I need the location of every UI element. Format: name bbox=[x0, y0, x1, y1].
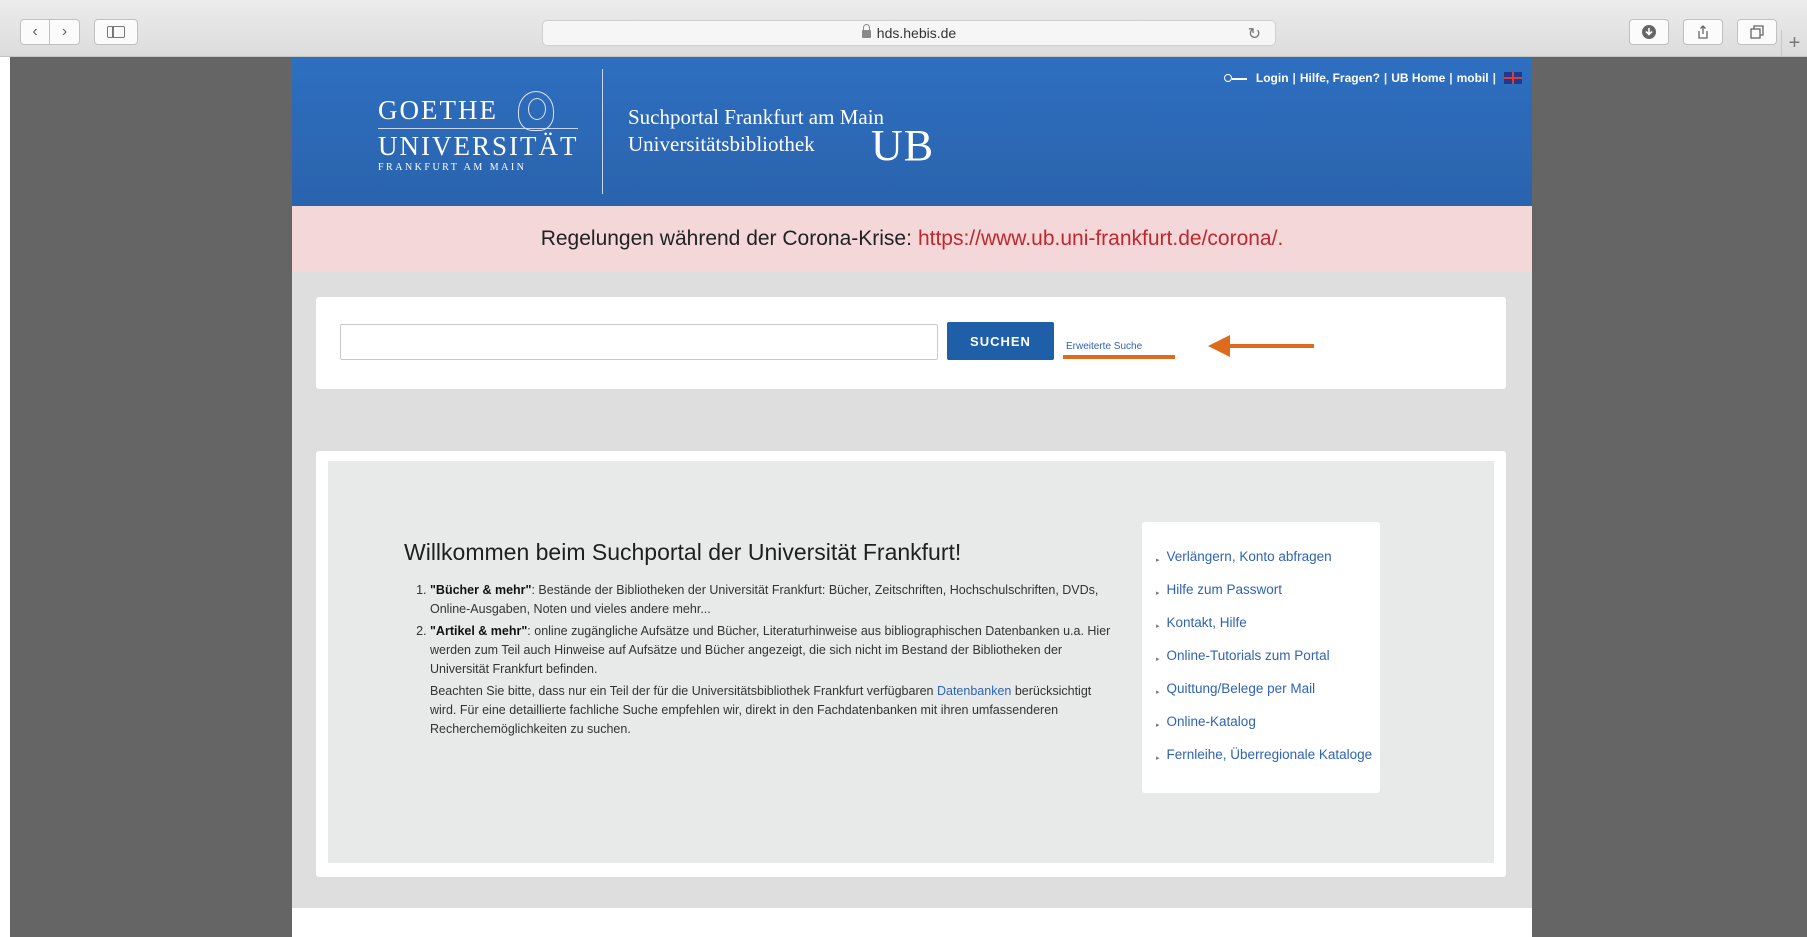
top-navigation: Login | Hilfe, Fragen? | UB Home | mobil… bbox=[1223, 71, 1522, 85]
chevron-left-icon: ‹ bbox=[32, 23, 38, 40]
plus-icon: + bbox=[1788, 32, 1801, 54]
corona-notice-text: Regelungen während der Corona-Krise: bbox=[540, 227, 912, 250]
browser-toolbar: ‹ › hds.hebis.de ↻ + bbox=[0, 0, 1807, 57]
portal-title-line1: Suchportal Frankfurt am Main bbox=[628, 105, 885, 129]
goethe-university-logo[interactable]: GOETHE UNIVERSITÄT FRANKFURT AM MAIN bbox=[378, 91, 579, 173]
databases-link[interactable]: Datenbanken bbox=[937, 684, 1011, 698]
sidebar-toggle-button[interactable] bbox=[94, 19, 138, 45]
search-panel: SUCHEN Erweiterte Suche bbox=[316, 297, 1506, 389]
bullet-icon: ▸ bbox=[1156, 557, 1160, 564]
login-link[interactable]: Login bbox=[1256, 71, 1289, 85]
download-icon bbox=[1642, 25, 1656, 39]
forward-button[interactable]: › bbox=[50, 19, 80, 45]
share-icon bbox=[1698, 25, 1708, 39]
goethe-portrait-icon bbox=[518, 91, 554, 131]
site-container: GOETHE UNIVERSITÄT FRANKFURT AM MAIN Suc… bbox=[292, 57, 1532, 937]
downloads-button[interactable] bbox=[1629, 19, 1669, 45]
bullet-icon: ▸ bbox=[1156, 755, 1160, 762]
reload-icon[interactable]: ↻ bbox=[1248, 24, 1261, 44]
chevron-right-icon: › bbox=[61, 23, 68, 40]
quick-link-contact[interactable]: ▸ Kontakt, Hilfe bbox=[1156, 614, 1380, 635]
quick-link-receipts[interactable]: ▸ Quittung/Belege per Mail bbox=[1156, 680, 1380, 701]
list-item-text: : Bestände der Bibliotheken der Universi… bbox=[430, 583, 1099, 616]
logo-line-universitaet: UNIVERSITÄT bbox=[378, 128, 579, 162]
address-bar[interactable]: hds.hebis.de ↻ bbox=[542, 20, 1276, 46]
share-button[interactable] bbox=[1683, 19, 1723, 45]
search-input[interactable] bbox=[340, 324, 938, 360]
footer-strip bbox=[292, 908, 1532, 937]
quick-link-label: Hilfe zum Passwort bbox=[1166, 582, 1283, 597]
new-tab-button[interactable]: + bbox=[1781, 30, 1807, 57]
key-icon bbox=[1223, 74, 1248, 82]
list-item-title: "Artikel & mehr" bbox=[430, 624, 528, 638]
list-item: "Artikel & mehr": online zugängliche Auf… bbox=[430, 622, 1114, 679]
quick-link-label: Fernleihe, Überregionale Kataloge bbox=[1166, 747, 1373, 762]
quick-link-label: Quittung/Belege per Mail bbox=[1166, 681, 1316, 696]
corona-notice-link[interactable]: https://www.ub.uni-frankfurt.de/corona/. bbox=[918, 227, 1283, 251]
advanced-search-link[interactable]: Erweiterte Suche bbox=[1066, 341, 1142, 352]
nav-separator: | bbox=[1292, 71, 1296, 85]
quick-link-label: Kontakt, Hilfe bbox=[1166, 615, 1247, 630]
portal-title-line2: Universitätsbibliothek bbox=[628, 132, 815, 156]
bullet-icon: ▸ bbox=[1156, 590, 1160, 597]
uk-flag-icon[interactable] bbox=[1504, 72, 1522, 84]
annotation-arrow-icon bbox=[1208, 335, 1314, 357]
tabs-icon bbox=[1750, 25, 1764, 39]
quick-link-interlibrary[interactable]: ▸ Fernleihe, Überregionale Kataloge bbox=[1156, 746, 1380, 767]
back-button[interactable]: ‹ bbox=[20, 19, 50, 45]
mobil-link[interactable]: mobil bbox=[1457, 71, 1489, 85]
bullet-icon: ▸ bbox=[1156, 722, 1160, 729]
lock-icon bbox=[861, 24, 871, 38]
logo-line-frankfurt: FRANKFURT AM MAIN bbox=[378, 162, 527, 173]
toolbar-actions bbox=[1629, 19, 1777, 45]
quick-link-catalog[interactable]: ▸ Online-Katalog bbox=[1156, 713, 1380, 734]
quick-link-label: Online-Katalog bbox=[1166, 714, 1256, 729]
welcome-panel-inner: Willkommen beim Suchportal der Universit… bbox=[328, 461, 1494, 863]
bullet-icon: ▸ bbox=[1156, 623, 1160, 630]
list-item: "Bücher & mehr": Bestände der Bibliothek… bbox=[430, 581, 1114, 619]
annotation-underline bbox=[1063, 355, 1175, 359]
welcome-list: "Bücher & mehr": Bestände der Bibliothek… bbox=[414, 581, 1114, 679]
portal-title: Suchportal Frankfurt am Main Universität… bbox=[628, 104, 884, 158]
help-link[interactable]: Hilfe, Fragen? bbox=[1300, 71, 1380, 85]
list-item-title: "Bücher & mehr" bbox=[430, 583, 532, 597]
bullet-icon: ▸ bbox=[1156, 656, 1160, 663]
url-text: hds.hebis.de bbox=[876, 25, 957, 41]
note-text-before: Beachten Sie bitte, dass nur ein Teil de… bbox=[430, 684, 937, 698]
page-viewport: GOETHE UNIVERSITÄT FRANKFURT AM MAIN Suc… bbox=[10, 57, 1807, 937]
quick-links-box: ▸ Verlängern, Konto abfragen ▸ Hilfe zum P… bbox=[1142, 522, 1380, 793]
welcome-title: Willkommen beim Suchportal der Universit… bbox=[404, 539, 962, 565]
welcome-description: "Bücher & mehr": Bestände der Bibliothek… bbox=[414, 581, 1114, 739]
quick-link-label: Online-Tutorials zum Portal bbox=[1166, 648, 1330, 663]
nav-separator: | bbox=[1383, 71, 1388, 85]
ub-home-link[interactable]: UB Home bbox=[1391, 71, 1445, 85]
quick-link-renew[interactable]: ▸ Verlängern, Konto abfragen bbox=[1156, 548, 1380, 569]
site-header: GOETHE UNIVERSITÄT FRANKFURT AM MAIN Suc… bbox=[292, 57, 1532, 206]
database-note: Beachten Sie bitte, dass nur ein Teil de… bbox=[414, 682, 1114, 739]
bullet-icon: ▸ bbox=[1156, 689, 1160, 696]
tabs-overview-button[interactable] bbox=[1737, 19, 1777, 45]
search-button[interactable]: SUCHEN bbox=[947, 322, 1054, 360]
quick-link-label: Verlängern, Konto abfragen bbox=[1166, 549, 1332, 564]
quick-link-tutorials[interactable]: ▸ Online-Tutorials zum Portal bbox=[1156, 647, 1380, 668]
header-divider bbox=[602, 69, 603, 194]
history-nav: ‹ › bbox=[20, 19, 138, 45]
nav-separator: | bbox=[1449, 71, 1453, 85]
list-item-text: : online zugängliche Aufsätze und Bücher… bbox=[430, 624, 1111, 676]
ub-logo-mark: UB bbox=[871, 121, 935, 170]
sidebar-icon bbox=[107, 26, 125, 38]
quick-link-password[interactable]: ▸ Hilfe zum Passwort bbox=[1156, 581, 1380, 602]
corona-notice-banner: Regelungen während der Corona-Krise: htt… bbox=[292, 206, 1532, 272]
nav-separator: | bbox=[1492, 71, 1496, 85]
welcome-panel: Willkommen beim Suchportal der Universit… bbox=[316, 451, 1506, 877]
